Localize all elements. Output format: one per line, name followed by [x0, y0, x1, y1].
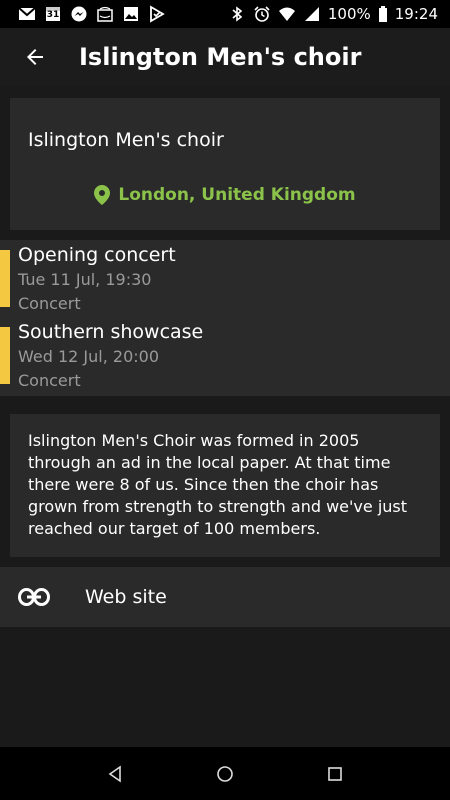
event-type: Concert	[18, 371, 81, 390]
website-row[interactable]: Web site	[0, 567, 450, 627]
image-icon	[122, 5, 140, 23]
description-card: Islington Men's Choir was formed in 2005…	[10, 414, 440, 557]
battery-percent: 100%	[327, 5, 371, 23]
back-triangle-icon	[108, 764, 121, 783]
battery-icon	[378, 5, 388, 23]
recents-square-icon	[328, 766, 342, 781]
choir-name: Islington Men's choir	[28, 129, 224, 151]
bluetooth-icon	[228, 5, 246, 23]
event-item[interactable]: Southern showcase Wed 12 Jul, 20:00 Conc…	[0, 317, 450, 390]
event-item[interactable]: Opening concert Tue 11 Jul, 19:30 Concer…	[0, 240, 450, 313]
website-label: Web site	[85, 586, 167, 608]
map-pin-icon	[94, 185, 111, 205]
event-date: Tue 11 Jul, 19:30	[18, 270, 152, 289]
arrow-back-icon	[27, 49, 43, 65]
event-title: Southern showcase	[18, 321, 204, 343]
event-title: Opening concert	[18, 244, 176, 266]
messenger-icon	[70, 5, 88, 23]
signal-icon	[303, 5, 321, 23]
home-circle-icon	[217, 765, 233, 782]
location-link[interactable]: London, United Kingdom	[10, 185, 440, 205]
event-marker	[0, 327, 10, 384]
location-label: London, United Kingdom	[118, 185, 356, 205]
event-date: Wed 12 Jul, 20:00	[18, 347, 159, 366]
nav-recents-button[interactable]	[315, 754, 355, 794]
event-marker	[0, 250, 10, 307]
event-type: Concert	[18, 294, 81, 313]
gmail-icon	[18, 5, 36, 23]
description-text: Islington Men's Choir was formed in 2005…	[28, 431, 408, 538]
content: Islington Men's choir London, United Kin…	[0, 86, 450, 747]
alarm-icon	[253, 5, 271, 23]
clock: 19:24	[394, 5, 438, 23]
status-bar: 31 100% 19:24	[0, 0, 450, 28]
nav-home-button[interactable]	[205, 754, 245, 794]
calendar-day: 31	[46, 10, 60, 20]
events-list: Opening concert Tue 11 Jul, 19:30 Concer…	[0, 240, 450, 396]
link-icon	[2, 588, 66, 606]
task-icon	[148, 5, 166, 23]
choir-header-card: Islington Men's choir London, United Kin…	[10, 98, 440, 230]
wifi-icon	[278, 5, 296, 23]
back-button[interactable]	[0, 28, 70, 86]
page-title: Islington Men's choir	[79, 43, 362, 71]
calendar-icon: 31	[44, 5, 62, 23]
app-bar: Islington Men's choir	[0, 28, 450, 86]
amazon-icon	[96, 5, 114, 23]
navigation-bar	[0, 747, 450, 800]
nav-back-button[interactable]	[95, 754, 135, 794]
